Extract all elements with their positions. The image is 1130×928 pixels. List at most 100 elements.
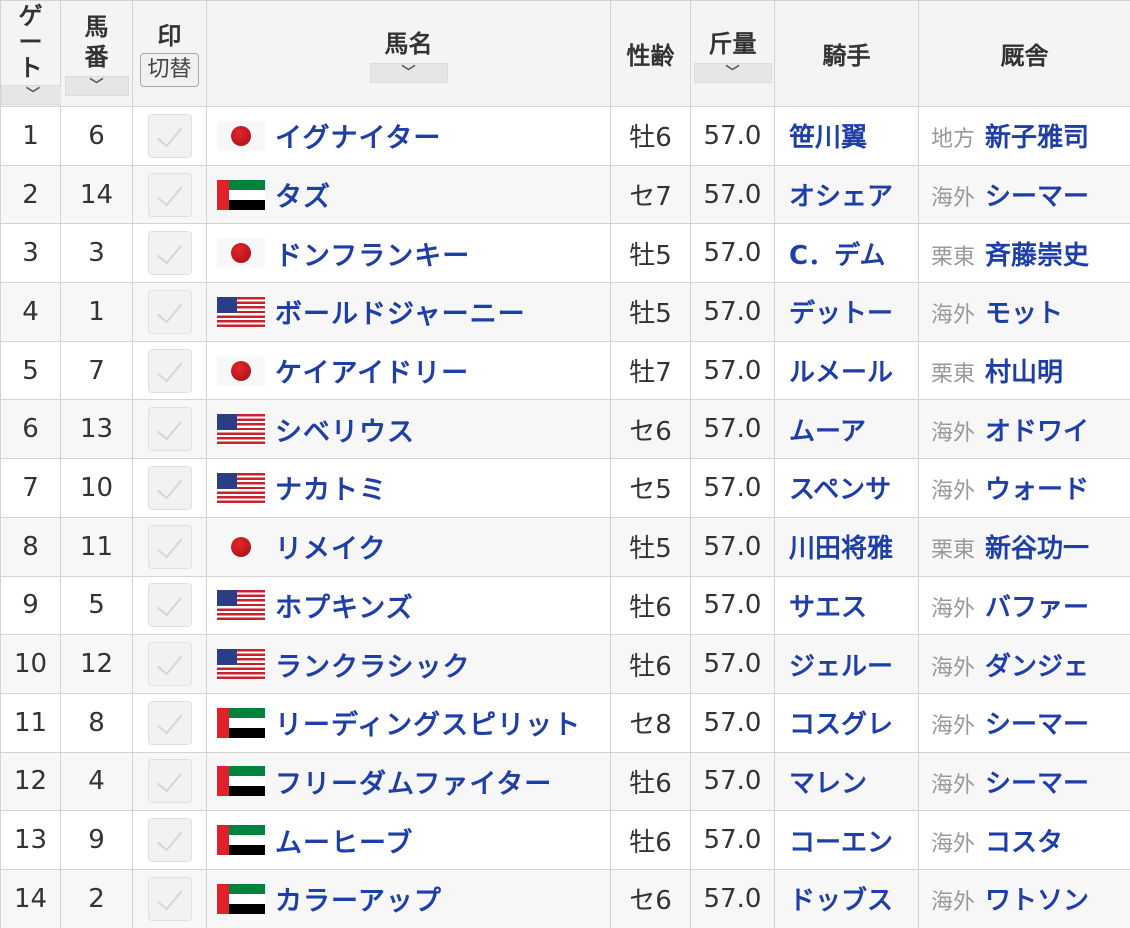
- horse-name-link[interactable]: ケイアイドリー: [275, 358, 469, 389]
- gate-sort-button[interactable]: ﹀: [1, 84, 65, 105]
- horse-number: 6: [60, 106, 133, 166]
- weight-sort-button[interactable]: ﹀: [693, 63, 772, 83]
- horse-number: 12: [60, 634, 133, 694]
- jockey-link[interactable]: ルメール: [789, 358, 893, 388]
- weight: 57.0: [690, 399, 775, 460]
- mark-checkbox[interactable]: [147, 759, 192, 804]
- stable-cell: 海外 オドワイ: [918, 399, 1130, 460]
- horse-header: 馬名 ﹀: [206, 0, 611, 107]
- jockey-link[interactable]: マレン: [789, 769, 867, 799]
- horse-name-link[interactable]: シベリウス: [275, 417, 415, 448]
- mark-checkbox[interactable]: [147, 876, 192, 921]
- mark-checkbox[interactable]: [147, 700, 192, 745]
- horse-name-link[interactable]: ホプキンズ: [275, 593, 414, 624]
- mark-cell: [132, 340, 207, 401]
- trainer-link[interactable]: モット: [985, 299, 1063, 329]
- region-label: 海外: [931, 772, 976, 798]
- trainer-link[interactable]: ダンジェ: [985, 652, 1089, 682]
- trainer-link[interactable]: コスタ: [985, 828, 1063, 858]
- trainer-link[interactable]: バファー: [985, 593, 1089, 623]
- region-label: 海外: [931, 655, 976, 681]
- mark-cell: [132, 106, 207, 166]
- trainer-link[interactable]: シーマー: [985, 710, 1089, 740]
- gate-number: 7: [0, 458, 61, 518]
- horse-name-link[interactable]: ドンフランキー: [275, 241, 470, 272]
- sex-age: 牡5: [610, 282, 691, 342]
- horse-sort-button[interactable]: ﹀: [369, 63, 448, 83]
- trainer-link[interactable]: 新谷功一: [985, 534, 1089, 564]
- mark-toggle-button[interactable]: 切替: [140, 52, 199, 87]
- horse-name-link[interactable]: フリーダムファイター: [275, 769, 552, 800]
- weight-header-label: 斤量: [708, 30, 757, 58]
- horse-name-link[interactable]: リーディングスピリット: [275, 710, 581, 741]
- table-row: 7 10 ナカトミ セ5 57.0 スペンサ 海外 ウォード: [0, 458, 1130, 518]
- weight-header: 斤量 ﹀: [690, 0, 775, 107]
- sex-age: 牡6: [610, 634, 691, 694]
- mark-checkbox[interactable]: [147, 172, 192, 217]
- horse-number: 1: [60, 282, 133, 342]
- horse-name-link[interactable]: タズ: [275, 182, 331, 213]
- ae-flag-icon: [217, 825, 265, 856]
- jockey-cell: 川田将雅: [774, 516, 919, 577]
- trainer-link[interactable]: ウォード: [985, 475, 1089, 505]
- horse-name-link[interactable]: ムーヒーブ: [275, 828, 413, 859]
- mark-checkbox[interactable]: [147, 583, 192, 628]
- jockey-cell: サエス: [774, 575, 919, 636]
- jockey-link[interactable]: C．デム: [789, 241, 886, 271]
- sex-age: セ8: [610, 692, 691, 753]
- table-row: 10 12 ランクラシック 牡6 57.0 ジェルー 海外 ダンジェ: [0, 634, 1130, 694]
- trainer-link[interactable]: 村山明: [985, 358, 1063, 388]
- mark-checkbox[interactable]: [147, 407, 192, 452]
- jockey-cell: ジェルー: [774, 634, 919, 694]
- horse-name-link[interactable]: カラーアップ: [275, 886, 442, 917]
- jockey-link[interactable]: ムーア: [789, 417, 866, 447]
- mark-checkbox[interactable]: [147, 348, 192, 393]
- horse-number: 10: [60, 458, 133, 518]
- jockey-link[interactable]: ジェルー: [789, 652, 893, 682]
- mark-cell: [132, 516, 207, 577]
- mark-checkbox[interactable]: [147, 289, 192, 334]
- horse-name-link[interactable]: ボールドジャーニー: [275, 299, 526, 330]
- jockey-link[interactable]: 笹川翼: [789, 123, 867, 153]
- mark-cell: [132, 223, 207, 284]
- jockey-cell: マレン: [774, 751, 919, 812]
- trainer-link[interactable]: オドワイ: [985, 417, 1089, 447]
- mark-cell: [132, 692, 207, 753]
- region-label: 海外: [931, 831, 976, 857]
- stable-cell: 栗東 斉藤崇史: [918, 223, 1130, 284]
- trainer-link[interactable]: シーマー: [985, 182, 1089, 212]
- weight: 57.0: [690, 868, 775, 928]
- mark-checkbox[interactable]: [147, 524, 192, 569]
- trainer-link[interactable]: ワトソン: [985, 886, 1089, 916]
- mark-checkbox[interactable]: [147, 113, 192, 158]
- mark-checkbox[interactable]: [147, 818, 192, 863]
- trainer-link[interactable]: 斉藤崇史: [985, 241, 1089, 271]
- jockey-link[interactable]: コスグレ: [789, 710, 893, 740]
- horse-name-link[interactable]: ランクラシック: [275, 652, 470, 683]
- mark-cell: [132, 575, 207, 636]
- horse-name-link[interactable]: イグナイター: [275, 123, 441, 154]
- jp-flag-icon: [217, 238, 265, 269]
- jockey-link[interactable]: コーエン: [789, 828, 893, 858]
- horse-cell: リーディングスピリット: [206, 692, 611, 753]
- horse-name-link[interactable]: ナカトミ: [275, 475, 387, 506]
- jockey-link[interactable]: スペンサ: [789, 475, 891, 505]
- table-row: 11 8 リーディングスピリット セ8 57.0 コスグレ 海外 シーマー: [0, 692, 1130, 753]
- trainer-link[interactable]: 新子雅司: [985, 123, 1089, 153]
- jockey-link[interactable]: オシェア: [789, 182, 893, 212]
- stable-header: 厩舎: [918, 0, 1130, 107]
- trainer-link[interactable]: シーマー: [985, 769, 1089, 799]
- mark-checkbox[interactable]: [147, 231, 192, 276]
- region-label: 栗東: [931, 244, 976, 270]
- jockey-link[interactable]: ドッブス: [789, 886, 893, 916]
- header-row: ゲ ー ト ﹀ 馬 番 ﹀ 印 切替 馬名 ﹀ 性齢 斤量 ﹀ 騎手 厩舎: [0, 0, 1130, 107]
- jockey-link[interactable]: デットー: [789, 299, 893, 329]
- number-sort-button[interactable]: ﹀: [64, 75, 129, 96]
- stable-cell: 海外 モット: [918, 282, 1130, 342]
- jockey-link[interactable]: 川田将雅: [789, 534, 893, 564]
- jockey-link[interactable]: サエス: [789, 593, 867, 623]
- horse-name-link[interactable]: リメイク: [275, 534, 386, 565]
- mark-checkbox[interactable]: [147, 642, 192, 687]
- gate-number: 5: [0, 340, 61, 401]
- mark-checkbox[interactable]: [147, 465, 192, 510]
